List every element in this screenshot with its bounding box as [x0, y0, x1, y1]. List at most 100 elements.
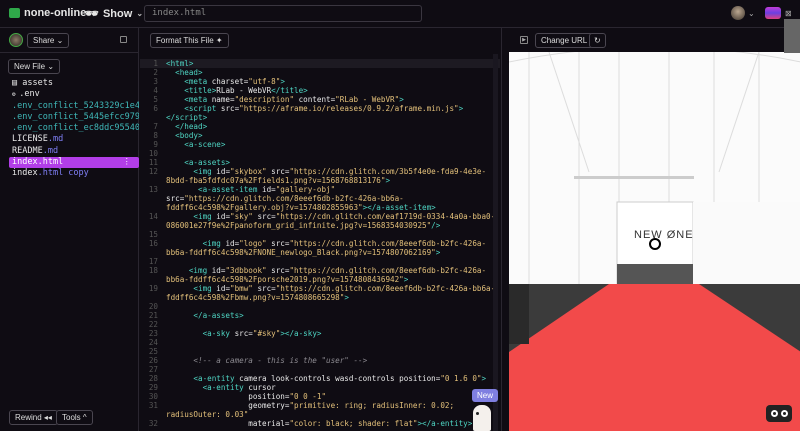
code-line[interactable]: 21 </a-assets>: [140, 311, 500, 320]
code-token: ></a-asset-item>: [362, 203, 436, 212]
code-editor[interactable]: Format This File ✦ 1 <html> 2 <head> 3 <met…: [140, 28, 500, 431]
collapse-sidebar-icon[interactable]: [120, 36, 127, 43]
file-item[interactable]: .env_conflict_5445efcc979b: [9, 112, 139, 123]
new-badge[interactable]: New: [472, 389, 499, 402]
code-line[interactable]: 25: [140, 347, 500, 356]
code-line[interactable]: fddff6c4c598%2Fgallery.obj?v=15748028559…: [140, 203, 500, 212]
code-line[interactable]: 32 material="color: black; shader: flat"…: [140, 419, 500, 428]
tools-button[interactable]: Tools ^: [56, 410, 93, 425]
code-line[interactable]: 10: [140, 149, 500, 158]
code-line[interactable]: 6 <script src="https://aframe.io/release…: [140, 104, 500, 113]
code-line[interactable]: 13 <a-asset-item id="gallery-obj": [140, 185, 500, 194]
code-lines[interactable]: 1 <html> 2 <head> 3 <meta charset="utf-8"> 4…: [140, 59, 500, 428]
file-item[interactable]: index.html ⋮: [9, 157, 139, 169]
editor-scrollbar[interactable]: [493, 54, 498, 431]
code-line[interactable]: 4 <title>RLab - WebVR</title>: [140, 86, 500, 95]
user-avatar[interactable]: [731, 6, 745, 20]
code-line[interactable]: 3 <meta charset="utf-8">: [140, 77, 500, 86]
code-line[interactable]: 8bdd-fba5fdfdc07a%2Ffields1.png?v=156876…: [140, 176, 500, 185]
line-number: 4: [153, 86, 158, 95]
new-file-button[interactable]: New File ⌄: [8, 59, 61, 74]
code-line[interactable]: radiusOuter: 0.03": [140, 410, 500, 419]
file-name: .env_conflict_ec8ddc955401: [12, 123, 139, 134]
rewind-button[interactable]: Rewind ◂◂: [9, 410, 58, 425]
code-line[interactable]: 16 <img id="logo" src="https://cdn.glitc…: [140, 239, 500, 248]
code-line[interactable]: 29 <a-entity cursor: [140, 383, 500, 392]
code-token: "https://cdn.glitch.com/8eeef6db-b2fc-42…: [289, 239, 487, 248]
chevron-down-icon[interactable]: ⌄: [748, 9, 755, 18]
line-number: 16: [148, 239, 158, 248]
code-line[interactable]: 26 <!-- a camera - this is the "user" --…: [140, 356, 500, 365]
code-line[interactable]: 5 <meta name="description" content="RLab…: [140, 95, 500, 104]
vr-scene[interactable]: NEW ØNE: [509, 52, 800, 431]
change-url-button[interactable]: Change URL: [535, 33, 594, 48]
refresh-icon[interactable]: ↻: [589, 33, 606, 48]
inspector-thumbnails[interactable]: [784, 19, 800, 53]
logo-text: NEW ØNE: [634, 229, 694, 241]
code-line[interactable]: 14 <img id="sky" src="https://cdn.glitch…: [140, 212, 500, 221]
close-icon[interactable]: ⊠: [785, 9, 792, 18]
file-item[interactable]: LICENSE.md: [9, 134, 139, 145]
file-item[interactable]: ▤ assets: [9, 78, 139, 89]
code-token: "sky": [230, 212, 253, 221]
code-line[interactable]: 11 <a-assets>: [140, 158, 500, 167]
code-line[interactable]: 22: [140, 320, 500, 329]
code-line[interactable]: 20: [140, 302, 500, 311]
file-options-icon[interactable]: ⋮: [123, 157, 132, 168]
code-line[interactable]: 19 <img id="bmw" src="https://cdn.glitch…: [140, 284, 500, 293]
code-line[interactable]: 17: [140, 257, 500, 266]
code-line[interactable]: 27: [140, 365, 500, 374]
code-line[interactable]: bb6a-fddff6c4c598%2FNONE_newlogo_Black.p…: [140, 248, 500, 257]
share-button[interactable]: Share ⌄: [27, 33, 70, 48]
code-line[interactable]: 7 </head>: [140, 122, 500, 131]
vr-goggles-icon: [780, 410, 788, 417]
code-token: bb6a-fddff6c4c598%2FNONE_newlogo_Black.p…: [166, 248, 436, 257]
code-line[interactable]: bb6a-fddff6c4c598%2Fporsche2019.png?v=15…: [140, 275, 500, 284]
code-line[interactable]: 086001e27f9e%2Fpanoform_grid_infinite.jp…: [140, 221, 500, 230]
file-ext: .html copy: [37, 168, 89, 179]
code-line[interactable]: fddff6c4c598%2Fbmw.png?v=1574808665298">: [140, 293, 500, 302]
code-token: src=: [252, 284, 276, 293]
code-token: src=: [266, 239, 290, 248]
code-line[interactable]: 23 <a-sky src="#sky"></a-sky>: [140, 329, 500, 338]
code-line[interactable]: 2 <head>: [140, 68, 500, 77]
code-line[interactable]: 31 geometry="primitive: ring; radiusInne…: [140, 401, 500, 410]
code-line[interactable]: 28 <a-entity camera look-controls wasd-c…: [140, 374, 500, 383]
code-line[interactable]: src="https://cdn.glitch.com/8eeef6db-b2f…: [140, 194, 500, 203]
format-file-button[interactable]: Format This File ✦: [150, 33, 229, 48]
code-token: </a-assets>: [166, 311, 244, 320]
code-line[interactable]: 12 <img id="skybox" src="https://cdn.gli…: [140, 167, 500, 176]
vr-mode-button[interactable]: [766, 405, 792, 422]
line-number: 2: [153, 68, 158, 77]
code-line[interactable]: 8 <body>: [140, 131, 500, 140]
code-token: position=: [166, 392, 290, 401]
code-line[interactable]: 24: [140, 338, 500, 347]
team-avatar[interactable]: [765, 7, 781, 19]
code-line[interactable]: 1 <html>: [140, 59, 500, 68]
file-search-input[interactable]: index.html: [144, 5, 422, 22]
play-icon[interactable]: ▶: [520, 36, 528, 44]
glitch-dog-icon[interactable]: [473, 405, 491, 431]
code-token: "3dbbook": [225, 266, 267, 275]
project-menu[interactable]: none-online ⌄: [9, 7, 97, 19]
line-number: 17: [148, 257, 158, 266]
file-item[interactable]: .env_conflict_5243329c1e45: [9, 101, 139, 112]
line-number: 26: [148, 356, 158, 365]
code-line[interactable]: 18 <img id="3dbbook" src="https://cdn.gl…: [140, 266, 500, 275]
file-ext: .md: [42, 145, 59, 156]
code-token: "bmw": [230, 284, 253, 293]
code-line[interactable]: 30 position="0 0 -1": [140, 392, 500, 401]
file-item[interactable]: ⚙ .env: [9, 89, 139, 100]
file-item[interactable]: index.html copy: [9, 168, 139, 179]
code-line[interactable]: 9 <a-scene>: [140, 140, 500, 149]
avatar[interactable]: [9, 33, 23, 47]
code-token: ></a-sky>: [280, 329, 322, 338]
format-label: Format This File: [156, 36, 214, 45]
code-line[interactable]: </script>: [140, 113, 500, 122]
file-item[interactable]: .env_conflict_ec8ddc955401: [9, 123, 139, 134]
show-menu[interactable]: 🕶 Show ⌄: [85, 7, 143, 21]
file-item[interactable]: README.md: [9, 146, 139, 157]
file-name: index: [12, 168, 38, 179]
code-line[interactable]: 15: [140, 230, 500, 239]
line-number: 5: [153, 95, 158, 104]
